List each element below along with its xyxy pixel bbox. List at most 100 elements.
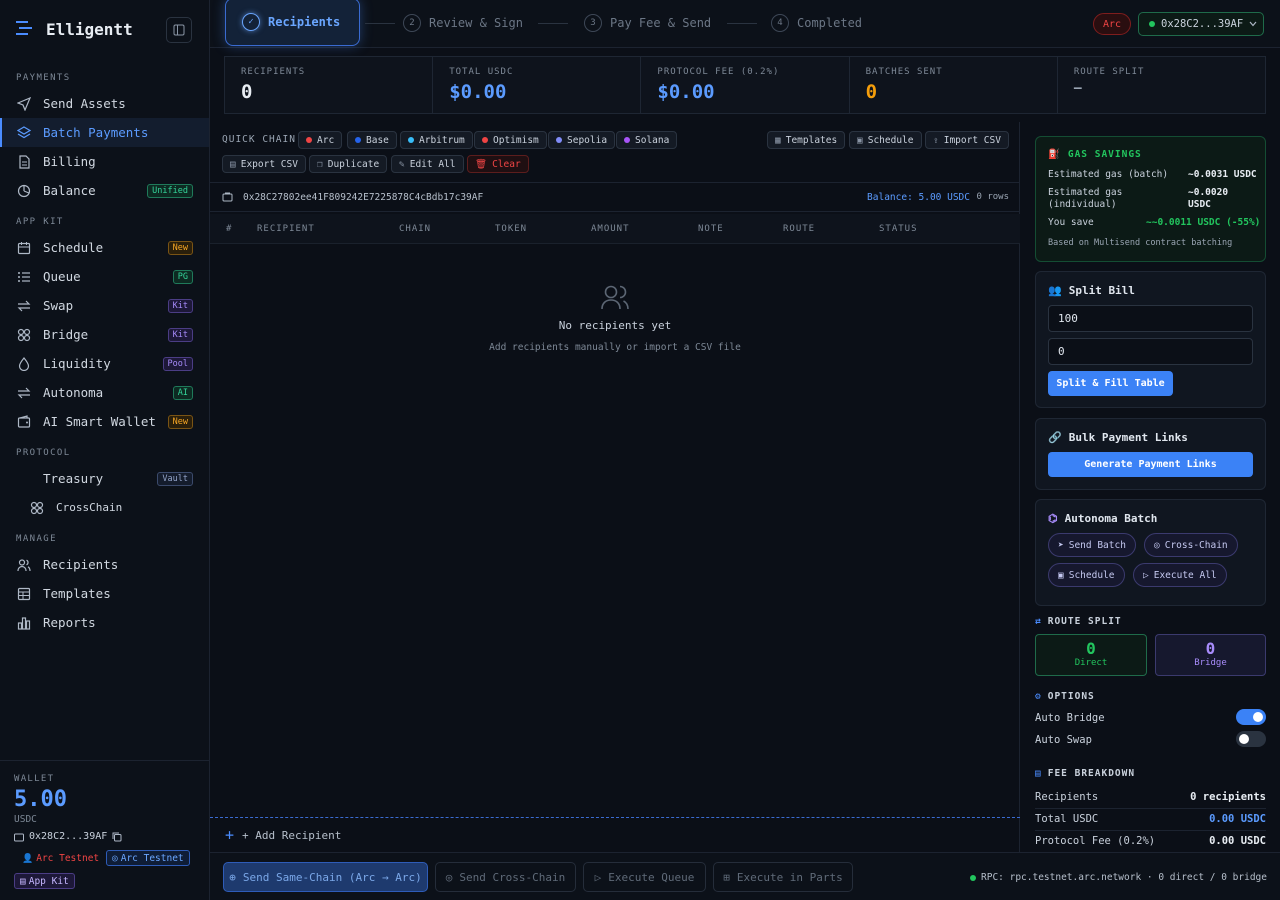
chain-chip-arc[interactable]: Arc — [298, 131, 343, 149]
chain-chip-base[interactable]: Base — [347, 131, 397, 149]
source-address: 0x28C27802ee41F809242E7225878C4cBdb17c39… — [243, 191, 484, 203]
sidebar-item-label: Recipients — [43, 557, 119, 572]
templates-button[interactable]: ▦ Templates — [767, 131, 846, 149]
account-button[interactable]: 0x28C2...39AF — [1138, 12, 1264, 36]
import-csv-button[interactable]: ⇪ Import CSV — [925, 131, 1009, 149]
gas-batch-label: Estimated gas (batch) — [1048, 169, 1169, 180]
fee-row-total: Total USDC 0.00 USDC — [1035, 813, 1266, 831]
chain-chip-sepolia[interactable]: Sepolia — [548, 131, 616, 149]
sidebar-item-queue[interactable]: Queue PG — [0, 262, 209, 291]
sidebar-item-schedule[interactable]: Schedule New — [0, 233, 209, 262]
chain-chip-arbitrum[interactable]: Arbitrum — [400, 131, 473, 149]
chain-dot — [482, 137, 488, 143]
stat-value: 0 — [865, 81, 878, 103]
step-recipients[interactable]: ✓ Recipients — [225, 0, 360, 46]
execute-all-button[interactable]: ▷ Execute All — [1133, 563, 1227, 587]
chain-chip-optimism[interactable]: Optimism — [474, 131, 547, 149]
layers-icon — [17, 125, 31, 138]
split-count-input[interactable]: 0 — [1048, 338, 1253, 365]
route-split-title: ROUTE SPLIT — [1047, 616, 1122, 627]
export-csv-button[interactable]: ▤ Export CSV — [222, 155, 306, 173]
schedule-button[interactable]: ▣ Schedule — [849, 131, 922, 149]
calendar-icon: ▣ — [1058, 569, 1064, 581]
sidebar-item-batch-payments[interactable]: Batch Payments — [0, 118, 209, 147]
send-cross-chain-button[interactable]: ◎ Send Cross-Chain — [435, 862, 576, 892]
source-address-row: 0x28C27802ee41F809242E7225878C4cBdb17c39… — [210, 182, 1020, 212]
sidebar-item-send-assets[interactable]: Send Assets — [0, 89, 209, 118]
sidebar-item-recipients[interactable]: Recipients — [0, 550, 209, 579]
edit-icon: ✎ — [399, 158, 405, 170]
collapse-sidebar-button[interactable] — [166, 17, 192, 43]
sidebar-item-liquidity[interactable]: Liquidity Pool — [0, 349, 209, 378]
send-same-chain-button[interactable]: ⊕ Send Same-Chain (Arc → Arc) — [223, 862, 428, 892]
auto-swap-toggle[interactable] — [1236, 731, 1266, 747]
wallet-address-row[interactable]: 0x28C2...39AF — [14, 831, 122, 842]
toggle-knob — [1253, 712, 1263, 722]
droplet-icon — [18, 356, 30, 371]
clear-button[interactable]: 🗑 Clear — [467, 155, 529, 173]
gear-icon: ⚙ — [1035, 691, 1042, 702]
edit-all-button[interactable]: ✎ Edit All — [391, 155, 464, 173]
sidebar-item-templates[interactable]: Templates — [0, 579, 209, 608]
step-connector — [365, 23, 395, 24]
send-batch-button[interactable]: ➤ Send Batch — [1048, 533, 1136, 557]
connected-dot — [1149, 21, 1155, 27]
card-title: 🔗 Bulk Payment Links — [1048, 431, 1188, 444]
sidebar-item-bridge[interactable]: Bridge Kit — [0, 320, 209, 349]
stat-value: 0 — [241, 81, 253, 103]
sidebar-item-swap[interactable]: Swap Kit — [0, 291, 209, 320]
execute-queue-button[interactable]: ▷ Execute Queue — [583, 862, 706, 892]
duplicate-button[interactable]: ❐ Duplicate — [309, 155, 388, 173]
network-chip[interactable]: ◎ Arc Testnet — [106, 850, 190, 866]
split-fill-button[interactable]: Split & Fill Table — [1048, 371, 1173, 396]
options-title: OPTIONS — [1047, 691, 1095, 702]
chain-chip-solana[interactable]: Solana — [616, 131, 678, 149]
card-title: ⌬ Autonoma Batch — [1048, 512, 1157, 525]
direct-value: 0 — [1086, 639, 1096, 658]
col-note: NOTE — [698, 224, 724, 234]
globe-icon: ◎ — [445, 870, 453, 884]
sidebar-item-crosschain[interactable]: CrossChain — [0, 493, 209, 522]
step-completed[interactable]: 4 Completed — [771, 0, 862, 46]
cross-chain-button[interactable]: ◎ Cross-Chain — [1144, 533, 1238, 557]
appkit-chip[interactable]: ▤ App Kit — [14, 873, 75, 889]
step-check-icon: ✓ — [242, 13, 260, 31]
sidebar-item-treasury[interactable]: Treasury Vault — [0, 464, 209, 493]
add-recipient-button[interactable]: + + Add Recipient — [210, 817, 1020, 852]
gas-individual-value: ~0.0020 USDC — [1188, 187, 1228, 211]
section-title-appkit: APP KIT — [16, 217, 64, 227]
sidebar-item-label: Swap — [43, 298, 74, 313]
step-label: Review & Sign — [429, 16, 523, 30]
sidebar-item-autonoma[interactable]: Autonoma AI — [0, 378, 209, 407]
empty-title: No recipients yet — [558, 319, 672, 332]
split-amount-input[interactable]: 100 — [1048, 305, 1253, 332]
sidebar-item-label: Liquidity — [43, 356, 111, 371]
generate-links-button[interactable]: Generate Payment Links — [1048, 452, 1253, 477]
sidebar-item-billing[interactable]: Billing — [0, 147, 209, 176]
sidebar-item-label: CrossChain — [56, 501, 123, 514]
panel-icon — [173, 24, 185, 36]
gas-individual-label-line: Estimated gas — [1048, 187, 1123, 198]
autonoma-card: ⌬ Autonoma Batch ➤ Send Batch ◎ Cross-Chain… — [1035, 499, 1266, 606]
network-badge[interactable]: Arc — [1093, 13, 1132, 35]
stat-protocol-fee: PROTOCOL FEE (0.2%) $0.00 — [641, 57, 850, 113]
sidebar-item-reports[interactable]: Reports — [0, 608, 209, 637]
bridge-value: 0 — [1205, 639, 1216, 658]
badge: AI — [172, 385, 193, 400]
globe-icon: ◎ — [1154, 539, 1160, 551]
sidebar-item-label: Queue — [43, 269, 81, 284]
button-label: Execute in Parts — [736, 870, 843, 884]
brand[interactable]: Elligentt — [16, 14, 133, 44]
gas-title: GAS SAVINGS — [1067, 149, 1142, 160]
button-label: Edit All — [409, 158, 456, 170]
autonoma-schedule-button[interactable]: ▣ Schedule — [1048, 563, 1125, 587]
auto-bridge-toggle[interactable] — [1236, 709, 1266, 725]
step-review-sign[interactable]: 2 Review & Sign — [403, 0, 523, 46]
execute-in-parts-button[interactable]: ⊞ Execute in Parts — [713, 862, 853, 892]
grid-icon: ⊞ — [723, 870, 730, 884]
wallet-icon — [14, 833, 24, 841]
sidebar-item-balance[interactable]: Balance Unified — [0, 176, 209, 205]
step-pay-fee[interactable]: 3 Pay Fee & Send — [584, 0, 711, 46]
step-label: Completed — [797, 16, 863, 30]
sidebar-item-ai-smart-wallet[interactable]: AI Smart Wallet New — [0, 407, 209, 436]
